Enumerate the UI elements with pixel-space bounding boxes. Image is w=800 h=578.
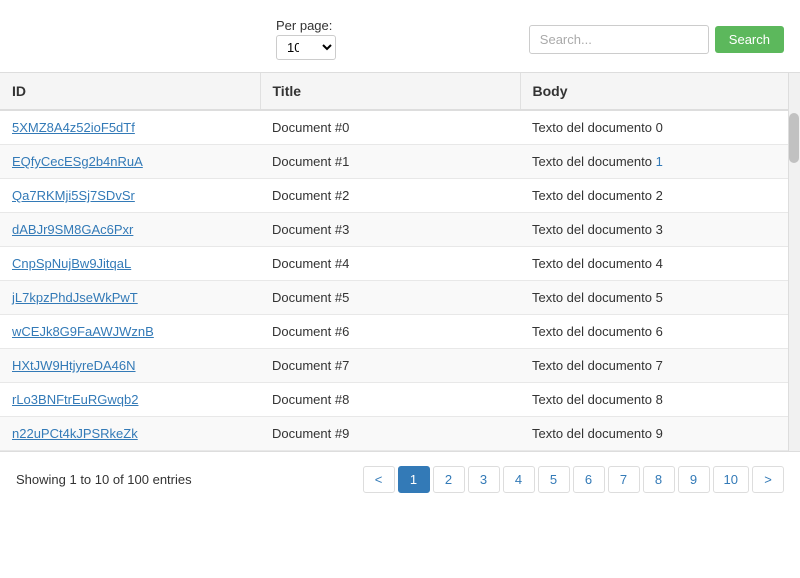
cell-body: Texto del documento 4 [520, 247, 800, 281]
top-controls: Per page: 10 25 50 100 Search [0, 10, 800, 68]
id-link[interactable]: wCEJk8G9FaAWJWznB [12, 324, 154, 339]
table-container: ID Title Body 5XMZ8A4z52ioF5dTf Document … [0, 72, 800, 452]
id-link[interactable]: CnpSpNujBw9JitqaL [12, 256, 131, 271]
page-button-5[interactable]: 5 [538, 466, 570, 493]
id-link[interactable]: EQfyCecESg2b4nRuA [12, 154, 143, 169]
table-row: HXtJW9HtjyreDA46N Document #7Texto del do… [0, 349, 800, 383]
showing-text: Showing 1 to 10 of 100 entries [16, 472, 192, 487]
cell-title: Document #2 [260, 179, 520, 213]
cell-title: Document #0 [260, 110, 520, 145]
id-link[interactable]: Qa7RKMji5Sj7SDvSr [12, 188, 135, 203]
table-row: rLo3BNFtrEuRGwqb2 Document #8Texto del do… [0, 383, 800, 417]
cell-body: Texto del documento 1 [520, 145, 800, 179]
cell-id: n22uPCt4kJPSRkeZk [0, 417, 260, 451]
cell-id: wCEJk8G9FaAWJWznB [0, 315, 260, 349]
page-button-9[interactable]: 9 [678, 466, 710, 493]
col-header-id: ID [0, 73, 260, 110]
cell-id: Qa7RKMji5Sj7SDvSr [0, 179, 260, 213]
page-button-7[interactable]: 7 [608, 466, 640, 493]
id-link[interactable]: 5XMZ8A4z52ioF5dTf [12, 120, 135, 135]
footer: Showing 1 to 10 of 100 entries < 1 2 3 4… [0, 456, 800, 503]
col-header-body: Body [520, 73, 800, 110]
table-row: 5XMZ8A4z52ioF5dTf Document #0Texto del do… [0, 110, 800, 145]
id-link[interactable]: HXtJW9HtjyreDA46N [12, 358, 136, 373]
cell-body: Texto del documento 7 [520, 349, 800, 383]
search-section: Search [529, 25, 784, 54]
per-page-select[interactable]: 10 25 50 100 [276, 35, 336, 60]
cell-body: Texto del documento 0 [520, 110, 800, 145]
scrollbar-thumb[interactable] [789, 113, 799, 163]
per-page-section: Per page: 10 25 50 100 [276, 18, 336, 60]
search-button[interactable]: Search [715, 26, 784, 53]
cell-id: 5XMZ8A4z52ioF5dTf [0, 110, 260, 145]
page-button-1[interactable]: 1 [398, 466, 430, 493]
next-page-button[interactable]: > [752, 466, 784, 493]
cell-title: Document #3 [260, 213, 520, 247]
table-header-row: ID Title Body [0, 73, 800, 110]
cell-body: Texto del documento 8 [520, 383, 800, 417]
cell-title: Document #9 [260, 417, 520, 451]
cell-title: Document #4 [260, 247, 520, 281]
cell-id: HXtJW9HtjyreDA46N [0, 349, 260, 383]
cell-body: Texto del documento 6 [520, 315, 800, 349]
cell-title: Document #1 [260, 145, 520, 179]
id-link[interactable]: dABJr9SM8GAc6Pxr [12, 222, 133, 237]
search-input[interactable] [529, 25, 709, 54]
page-button-4[interactable]: 4 [503, 466, 535, 493]
cell-title: Document #6 [260, 315, 520, 349]
cell-body: Texto del documento 5 [520, 281, 800, 315]
cell-id: EQfyCecESg2b4nRuA [0, 145, 260, 179]
table-row: Qa7RKMji5Sj7SDvSr Document #2Texto del do… [0, 179, 800, 213]
table-row: jL7kpzPhdJseWkPwT Document #5Texto del do… [0, 281, 800, 315]
id-link[interactable]: rLo3BNFtrEuRGwqb2 [12, 392, 138, 407]
col-header-title: Title [260, 73, 520, 110]
table-row: n22uPCt4kJPSRkeZk Document #9Texto del do… [0, 417, 800, 451]
page-button-3[interactable]: 3 [468, 466, 500, 493]
cell-id: rLo3BNFtrEuRGwqb2 [0, 383, 260, 417]
id-link[interactable]: jL7kpzPhdJseWkPwT [12, 290, 138, 305]
page-button-2[interactable]: 2 [433, 466, 465, 493]
cell-body: Texto del documento 2 [520, 179, 800, 213]
table-row: dABJr9SM8GAc6Pxr Document #3Texto del doc… [0, 213, 800, 247]
prev-page-button[interactable]: < [363, 466, 395, 493]
cell-id: jL7kpzPhdJseWkPwT [0, 281, 260, 315]
page-button-10[interactable]: 10 [713, 466, 749, 493]
table-row: EQfyCecESg2b4nRuA Document #1Texto del do… [0, 145, 800, 179]
page-button-6[interactable]: 6 [573, 466, 605, 493]
cell-title: Document #7 [260, 349, 520, 383]
scrollbar[interactable] [788, 73, 800, 451]
cell-title: Document #8 [260, 383, 520, 417]
cell-id: CnpSpNujBw9JitqaL [0, 247, 260, 281]
page-button-8[interactable]: 8 [643, 466, 675, 493]
cell-body: Texto del documento 3 [520, 213, 800, 247]
cell-body: Texto del documento 9 [520, 417, 800, 451]
cell-title: Document #5 [260, 281, 520, 315]
id-link[interactable]: n22uPCt4kJPSRkeZk [12, 426, 138, 441]
table-row: CnpSpNujBw9JitqaL Document #4Texto del do… [0, 247, 800, 281]
cell-id: dABJr9SM8GAc6Pxr [0, 213, 260, 247]
per-page-label: Per page: [276, 18, 332, 33]
table-row: wCEJk8G9FaAWJWznB Document #6Texto del do… [0, 315, 800, 349]
data-table: ID Title Body 5XMZ8A4z52ioF5dTf Document … [0, 73, 800, 451]
pagination: < 1 2 3 4 5 6 7 8 9 10 > [363, 466, 784, 493]
